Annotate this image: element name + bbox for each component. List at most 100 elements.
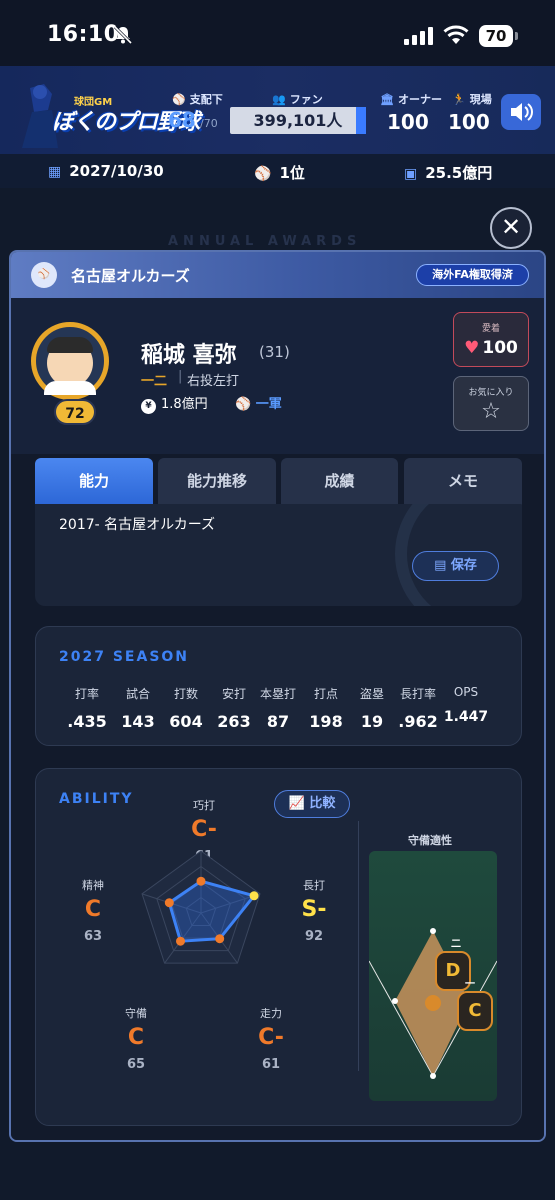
radar-point <box>215 934 225 944</box>
stat-games: 試合 143 <box>114 685 162 731</box>
chart-icon: 📈 <box>288 796 310 811</box>
stat-label: 盗塁 <box>359 687 384 701</box>
affection-label: 愛着 <box>481 324 500 334</box>
owner-value: 100 <box>387 110 429 134</box>
money-display: ▣ 25.5億円 <box>404 162 492 183</box>
ability-grade: S- <box>301 897 327 922</box>
team-logo-icon: ⚾ <box>31 262 57 288</box>
ability-label: 精神 <box>82 879 104 892</box>
dominion-label-wrap: ⚾ 支配下 <box>172 91 223 107</box>
yen-coin-icon: ¥ <box>141 399 156 414</box>
radar-point <box>249 891 259 901</box>
baseball-icon: ⚾ <box>235 397 256 412</box>
sound-button[interactable] <box>501 94 541 130</box>
stat-hits: 安打 263 <box>210 685 258 731</box>
team-level-value: 一軍 <box>255 397 282 412</box>
field-label: 現場 <box>469 93 492 106</box>
tab-records[interactable]: 成績 <box>281 458 398 504</box>
runner-icon: 🏃 <box>452 93 466 106</box>
stat-value: 19 <box>360 712 384 731</box>
stat-value: 263 <box>217 712 251 731</box>
stat-ops: OPS 1.447 <box>442 685 490 725</box>
rank-display: ⚾ 1位 <box>254 162 305 183</box>
money-icon: ▣ <box>404 166 418 182</box>
player-modal: ⚾ 名古屋オルカーズ 海外FA権取得済 72 稲城 喜弥 (31) 一二 | 右… <box>9 250 546 1142</box>
affection-value-wrap: ♥ 100 <box>454 338 528 358</box>
field-label-wrap: 🏃 現場 <box>452 91 492 107</box>
people-icon: 👥 <box>272 93 286 106</box>
fans-label-wrap: 👥 ファン <box>272 91 323 107</box>
ability-value: 65 <box>126 1057 146 1072</box>
ability-power: 長打 S- 92 <box>284 877 344 944</box>
stat-label: 安打 <box>221 687 246 701</box>
stat-value: 87 <box>266 712 290 731</box>
dominion-value: 68 <box>168 108 196 132</box>
player-position: 一二 <box>141 374 168 389</box>
position-mark-first: 一 <box>465 979 475 990</box>
favorite-button[interactable]: お気に入り ☆ <box>453 376 529 431</box>
player-info: 72 稲城 喜弥 (31) 一二 | 右投左打 ¥1.8億円 ⚾ 一軍 愛着 ♥… <box>11 298 544 454</box>
stat-label: 打数 <box>173 687 198 701</box>
fans-bar-accent <box>356 107 366 134</box>
separator: | <box>178 369 183 384</box>
player-handedness: 右投左打 <box>187 374 240 389</box>
stat-avg: 打率 .435 <box>63 685 111 731</box>
affection-box: 愛着 ♥ 100 <box>453 312 529 367</box>
ability-label: 守備 <box>125 1007 147 1020</box>
ability-grade: C <box>127 1025 145 1050</box>
ability-card: ABILITY 📈 比較 巧打 C- 61 長打 S- 92 走力 C- 61 … <box>35 768 522 1126</box>
dominion-label: 支配下 <box>189 93 223 106</box>
fans-value: 399,101人 <box>230 107 366 134</box>
owner-label: オーナー <box>397 93 442 106</box>
radar-point <box>164 898 174 908</box>
close-button[interactable]: ✕ <box>490 207 532 249</box>
tab-memo[interactable]: メモ <box>404 458 522 504</box>
stat-value: .962 <box>398 712 438 731</box>
team-history: 2017- 名古屋オルカーズ <box>59 517 216 533</box>
position-badge-first: C <box>457 991 493 1031</box>
stat-label: 本塁打 <box>259 687 296 701</box>
ability-grade: C- <box>258 1025 284 1050</box>
tab-ability[interactable]: 能力 <box>35 458 153 504</box>
ability-defense: 守備 C 65 <box>106 1005 166 1072</box>
signal-icon <box>404 27 433 45</box>
fans-label: ファン <box>289 93 323 106</box>
heart-icon: ♥ <box>464 338 480 358</box>
rank-value: 1位 <box>279 164 305 182</box>
affection-value: 100 <box>482 338 518 358</box>
stat-value: 198 <box>309 712 343 731</box>
stat-label: 試合 <box>125 687 150 701</box>
stat-home-runs: 本塁打 87 <box>254 685 302 731</box>
fa-status-badge: 海外FA権取得済 <box>416 264 529 286</box>
save-label: 保存 <box>450 558 477 573</box>
stat-value: .435 <box>67 712 107 731</box>
calendar-icon: ▦ <box>48 164 62 180</box>
owner-label-wrap: 🏛 オーナー <box>380 91 442 107</box>
salary-value: 1.8億円 <box>161 397 208 412</box>
stat-value: 143 <box>121 712 155 731</box>
date-value: 2027/10/30 <box>69 162 164 180</box>
defense-field-diagram: D 二 C 一 <box>369 851 497 1101</box>
save-button[interactable]: ▤ 保存 <box>412 551 499 581</box>
money-value: 25.5億円 <box>425 164 493 182</box>
favorite-label: お気に入り <box>468 388 514 398</box>
team-name: 名古屋オルカーズ <box>71 267 190 285</box>
dominion-max: /70 <box>200 117 218 130</box>
baseball-icon: ⚾ <box>172 93 186 106</box>
wifi-icon <box>443 25 469 44</box>
battery-icon: 70 <box>479 25 513 47</box>
divider <box>358 821 359 1071</box>
tab-ability-trend[interactable]: 能力推移 <box>158 458 276 504</box>
player-salary: ¥1.8億円 <box>141 393 208 414</box>
ability-grade: C- <box>191 817 217 842</box>
awards-background-text: ANNUAL AWARDS <box>168 234 362 249</box>
player-age: (31) <box>259 343 290 361</box>
avatar-shirt <box>44 381 96 395</box>
stat-at-bats: 打数 604 <box>162 685 210 731</box>
bell-muted-icon <box>113 25 133 45</box>
memo-panel: 2017- 名古屋オルカーズ ▤ 保存 <box>35 504 522 606</box>
close-icon: ✕ <box>500 213 522 241</box>
compare-button[interactable]: 📈 比較 <box>274 790 350 818</box>
ability-grade: C <box>84 897 102 922</box>
diamond-graphic <box>369 928 497 1079</box>
